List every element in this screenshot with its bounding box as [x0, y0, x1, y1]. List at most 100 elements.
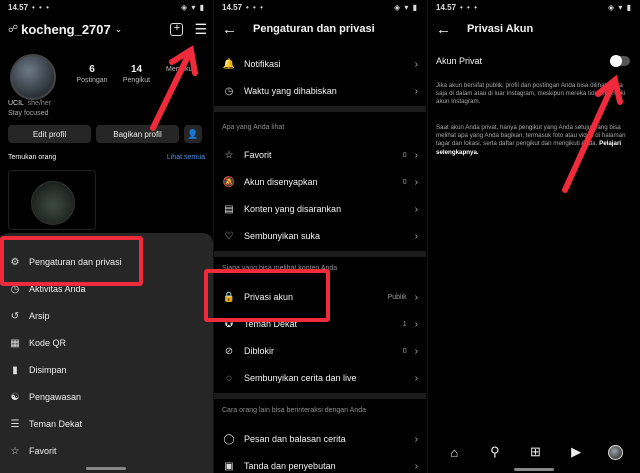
story-off-icon: ◌ [226, 372, 232, 384]
see-all-link[interactable]: Lihat semua [167, 154, 205, 161]
chevron-right-icon: › [414, 176, 418, 188]
settings-row-muted[interactable]: 🔕 Akun disenyapkan 0 › [214, 170, 426, 194]
settings-topbar: ← Pengaturan dan privasi [214, 16, 426, 42]
row-label: Teman Dekat [244, 319, 298, 329]
row-value: Publik [387, 293, 407, 301]
back-arrow-icon[interactable]: ← [222, 21, 237, 38]
sheet-item-close-friends[interactable]: ☰ Teman Dekat [0, 413, 213, 435]
suggestion-card[interactable] [8, 170, 96, 230]
row-value: 0 [402, 178, 407, 186]
row-value: 0 [402, 151, 407, 159]
page-title: Privasi Akun [467, 23, 534, 35]
stat-posts[interactable]: 6 Postingan [70, 64, 114, 84]
mute-icon: 🔕 [222, 176, 236, 188]
create-post-icon[interactable]: + [170, 22, 184, 36]
add-person-button[interactable]: 👤 [184, 125, 202, 143]
notification-dots: • • • [460, 2, 478, 12]
private-account-label: Akun Privat [436, 56, 483, 66]
profile-avatar-tab[interactable] [607, 444, 623, 460]
search-icon[interactable]: ⚲ [486, 444, 504, 460]
chevron-down-icon[interactable]: ⌄ [115, 24, 123, 35]
suggestion-avatar [31, 181, 75, 225]
section-divider [214, 393, 426, 399]
username[interactable]: kocheng_2707 [21, 22, 111, 37]
row-label: Pesan dan balasan cerita [244, 434, 346, 444]
bell-icon: 🔔 [222, 58, 236, 70]
share-profile-button[interactable]: Bagikan profil [96, 125, 179, 143]
sheet-item-saved[interactable]: ▮ Disimpan [0, 359, 213, 381]
status-icons: ◈ ▾ ▮ [180, 2, 205, 12]
settings-row-time-spent[interactable]: ◷ Waktu yang dihabiskan › [214, 79, 426, 103]
back-arrow-icon[interactable]: ← [436, 21, 451, 38]
row-label: Diblokir [244, 346, 275, 356]
status-time: 14.57 [222, 2, 243, 12]
star-icon: ☆ [224, 149, 234, 161]
hamburger-menu-icon[interactable]: ☰ [194, 22, 207, 36]
settings-row-hide-story[interactable]: ◌ Sembunyikan cerita dan live › [214, 366, 426, 390]
heart-off-icon: ♡ [224, 230, 234, 242]
chevron-right-icon: › [414, 85, 418, 97]
sheet-item-qr[interactable]: ▦ Kode QR [0, 332, 213, 354]
status-bar: 14.57 • • • ◈ ▾ ▮ [214, 0, 426, 14]
public-info-text: Jika akun bersifat publik, profil dan po… [436, 82, 626, 106]
stat-posts-label: Postingan [76, 77, 108, 84]
sheet-item-label: Arsip [29, 311, 50, 321]
bio-text: Stay focused [8, 110, 49, 117]
qr-icon: ▦ [10, 337, 20, 349]
private-account-row: Akun Privat [436, 55, 630, 67]
chevron-right-icon: › [414, 318, 418, 330]
private-account-toggle[interactable] [610, 55, 630, 67]
status-time: 14.57 [8, 2, 29, 12]
sheet-item-archive[interactable]: ↺ Arsip [0, 305, 213, 327]
block-icon: ⊘ [224, 345, 234, 357]
gesture-handle [514, 468, 554, 471]
list-icon: ☰ [10, 418, 20, 430]
chevron-right-icon: › [414, 372, 418, 384]
settings-row-suggested[interactable]: ▤ Konten yang disarankan › [214, 197, 426, 221]
settings-row-tags[interactable]: ▣ Tanda dan penyebutan › [214, 454, 426, 473]
star-icon: ☆ [10, 445, 20, 457]
home-icon[interactable]: ⌂ [445, 445, 463, 460]
row-label: Akun disenyapkan [244, 177, 318, 187]
stat-followers-num: 14 [130, 64, 143, 75]
stat-followers[interactable]: 14 Pengikut [115, 64, 159, 84]
gear-icon: ⚙ [10, 256, 20, 268]
pronoun: she/her [27, 100, 52, 107]
gesture-handle [86, 467, 126, 470]
options-sheet: ⚙ Pengaturan dan privasi ◷ Aktivitas And… [0, 233, 213, 473]
profile-header: ☍ kocheng_2707 ⌄ + ☰ [8, 18, 207, 40]
chevron-right-icon: › [414, 460, 418, 472]
settings-row-account-privacy[interactable]: 🔒 Privasi akun Publik › [214, 285, 426, 309]
edit-profile-button[interactable]: Edit profil [8, 125, 91, 143]
row-label: Konten yang disarankan [244, 204, 342, 214]
settings-row-favorites[interactable]: ☆ Favorit 0 › [214, 143, 426, 167]
sheet-item-settings[interactable]: ⚙ Pengaturan dan privasi [0, 251, 213, 273]
sheet-item-activity[interactable]: ◷ Aktivitas Anda [0, 278, 213, 300]
reels-icon[interactable]: ▶ [567, 444, 585, 460]
private-info-text: Saat akun Anda privat, hanya pengikut ya… [436, 124, 632, 157]
sheet-item-label: Kode QR [29, 338, 67, 348]
sheet-item-label: Disimpan [29, 365, 67, 375]
sheet-item-label: Teman Dekat [29, 419, 83, 429]
page-title: Pengaturan dan privasi [253, 23, 375, 35]
settings-panel: 14.57 • • • ◈ ▾ ▮ ← Pengaturan dan priva… [213, 0, 426, 473]
privacy-panel: 14.57 • • • ◈ ▾ ▮ ← Privasi Akun Akun Pr… [427, 0, 640, 473]
toggle-knob [610, 55, 622, 67]
section-header: Siapa yang bisa melihat konten Anda [222, 265, 338, 272]
create-icon[interactable]: ⊞ [526, 444, 544, 460]
row-label: Waktu yang dihabiskan [244, 86, 337, 96]
settings-row-messages[interactable]: ◯ Pesan dan balasan cerita › [214, 427, 426, 451]
stat-following[interactable]: Mengikuti [159, 64, 203, 84]
clock-icon: ◷ [224, 85, 234, 97]
settings-row-blocked[interactable]: ⊘ Diblokir 0 › [214, 339, 426, 363]
sheet-item-supervision[interactable]: ☯ Pengawasan [0, 386, 213, 408]
avatar[interactable] [10, 54, 56, 100]
sheet-item-label: Pengawasan [29, 392, 82, 402]
profile-actions: Edit profil Bagikan profil 👤 [8, 125, 205, 143]
settings-row-close-friends[interactable]: ✪ Teman Dekat 1 › [214, 312, 426, 336]
chevron-right-icon: › [414, 230, 418, 242]
display-name: UCIL [8, 100, 24, 107]
settings-row-notifications[interactable]: 🔔 Notifikasi › [214, 52, 426, 76]
sheet-item-favorites[interactable]: ☆ Favorit [0, 440, 213, 462]
settings-row-hide-likes[interactable]: ♡ Sembunyikan suka › [214, 224, 426, 248]
